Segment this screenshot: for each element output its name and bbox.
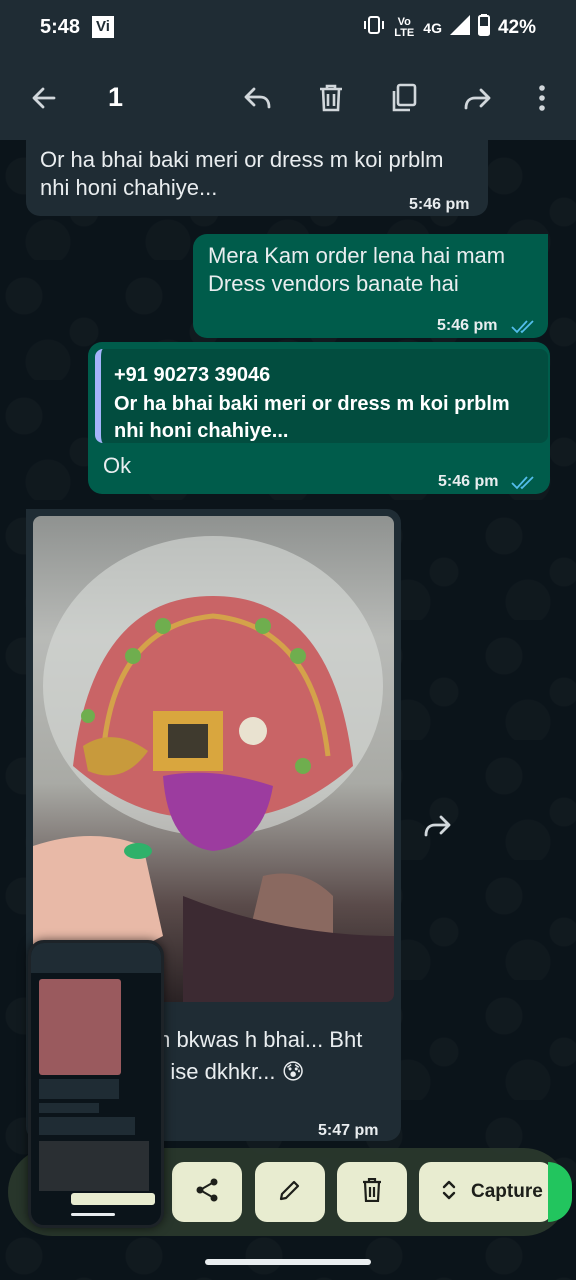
selection-action-bar: 1	[0, 56, 576, 140]
message-time: 5:46 pm	[438, 473, 499, 490]
thumbnail-bubble	[39, 1103, 99, 1113]
capture-label: Capture	[471, 1181, 543, 1202]
quoted-line: nhi honi chahiye...	[114, 420, 289, 442]
message-text: Or ha bhai baki meri or dress m koi prbl…	[40, 146, 443, 202]
delete-icon[interactable]	[309, 76, 353, 120]
delete-screenshot-button[interactable]	[337, 1162, 407, 1222]
gesture-nav-pill[interactable]	[205, 1259, 371, 1265]
message-bubble-outgoing[interactable]: Mera Kam order lena hai mam Dress vendor…	[193, 234, 548, 338]
message-line: Or ha bhai baki meri or dress m koi prbl…	[40, 147, 444, 172]
expand-icon	[441, 1178, 457, 1207]
message-time: 5:47 pm	[318, 1122, 379, 1139]
delete-icon	[361, 1177, 383, 1207]
message-line: nhi honi chahiye...	[40, 175, 218, 200]
image-caption: m bkwas h bhai... Bht n ise dkhkr... 😰	[152, 1026, 362, 1086]
reply-icon[interactable]	[236, 76, 280, 120]
thumbnail-toolbar	[71, 1193, 155, 1205]
photo-content	[33, 536, 394, 1002]
battery-icon	[477, 14, 490, 42]
message-line: Dress vendors banate hai	[208, 271, 459, 296]
back-arrow-icon[interactable]	[22, 76, 66, 120]
thumbnail-bubble	[39, 1079, 119, 1099]
status-bar: 5:48 Vi Vo LTE 4G 42%	[0, 0, 576, 56]
message-photo[interactable]	[33, 516, 394, 1002]
caption-line: m bkwas h bhai... Bht	[152, 1027, 363, 1052]
carrier-badge: Vi	[92, 16, 114, 38]
vibrate-icon	[363, 14, 385, 42]
thumbnail-navpill	[71, 1213, 115, 1216]
volte-label: Vo LTE	[394, 16, 415, 39]
caption-line: n ise dkhkr... 😰	[152, 1059, 305, 1084]
share-button[interactable]	[172, 1162, 242, 1222]
status-time: 5:48	[40, 16, 81, 38]
thumbnail-header	[31, 943, 161, 973]
quoted-text: Or ha bhai baki meri or dress m koi prbl…	[114, 391, 534, 445]
message-text: Ok	[103, 453, 132, 478]
quoted-sender: +91 90273 39046	[114, 364, 271, 386]
message-bubble-reply[interactable]: +91 90273 39046 Or ha bhai baki meri or …	[88, 342, 550, 494]
share-icon	[194, 1177, 220, 1208]
message-time: 5:46 pm	[437, 317, 498, 334]
message-time: 5:46 pm	[409, 196, 470, 213]
quoted-message[interactable]: +91 90273 39046 Or ha bhai baki meri or …	[95, 349, 548, 443]
battery-percent: 42%	[497, 17, 536, 38]
read-ticks-icon	[511, 314, 537, 342]
thumbnail-bubble	[39, 1141, 149, 1191]
message-bubble-incoming[interactable]: Or ha bhai baki meri or dress m koi prbl…	[26, 136, 488, 216]
signal-icon	[449, 15, 470, 41]
thumbnail-bubble	[39, 1117, 135, 1135]
read-ticks-icon	[511, 470, 537, 498]
network-type: 4G	[423, 20, 442, 36]
edit-icon	[278, 1178, 302, 1207]
more-vert-icon[interactable]	[520, 76, 564, 120]
capture-button[interactable]: Capture	[419, 1162, 552, 1222]
message-line: Mera Kam order lena hai mam	[208, 243, 506, 268]
thumbnail-photo	[39, 979, 121, 1075]
selected-count: 1	[108, 82, 124, 112]
edit-button[interactable]	[255, 1162, 325, 1222]
forward-icon[interactable]	[456, 76, 500, 120]
copy-icon[interactable]	[382, 76, 426, 120]
message-text: Mera Kam order lena hai mam Dress vendor…	[208, 242, 505, 298]
quoted-line: Or ha bhai baki meri or dress m koi prbl…	[114, 393, 510, 415]
forward-media-icon[interactable]	[418, 805, 458, 845]
screenshot-thumbnail[interactable]	[28, 940, 164, 1228]
